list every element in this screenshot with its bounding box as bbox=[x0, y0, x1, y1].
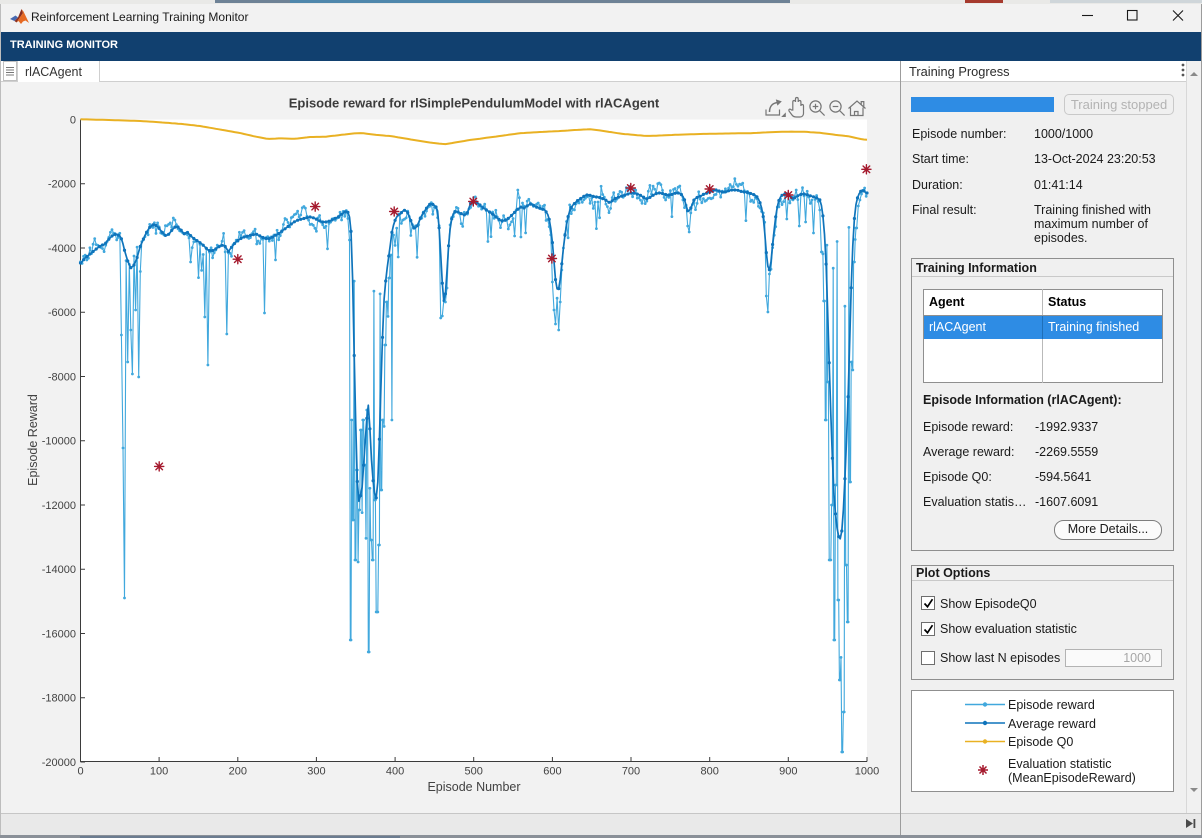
svg-text:-10000: -10000 bbox=[42, 436, 76, 448]
svg-text:-2000: -2000 bbox=[48, 179, 76, 191]
svg-text:Episode Reward: Episode Reward bbox=[26, 394, 40, 486]
svg-text:700: 700 bbox=[622, 766, 640, 778]
svg-text:100: 100 bbox=[150, 766, 168, 778]
svg-text:Episode reward for rlSimplePen: Episode reward for rlSimplePendulumModel… bbox=[289, 96, 660, 111]
svg-text:400: 400 bbox=[386, 766, 404, 778]
svg-text:0: 0 bbox=[77, 766, 83, 778]
svg-text:-6000: -6000 bbox=[48, 307, 76, 319]
svg-text:1000: 1000 bbox=[855, 766, 879, 778]
svg-text:200: 200 bbox=[229, 766, 247, 778]
svg-text:800: 800 bbox=[701, 766, 719, 778]
svg-text:600: 600 bbox=[543, 766, 561, 778]
svg-text:-4000: -4000 bbox=[48, 243, 76, 255]
svg-text:Episode Number: Episode Number bbox=[427, 780, 520, 794]
svg-text:-18000: -18000 bbox=[42, 693, 76, 705]
svg-text:-16000: -16000 bbox=[42, 628, 76, 640]
svg-text:0: 0 bbox=[70, 114, 76, 126]
svg-text:300: 300 bbox=[307, 766, 325, 778]
svg-text:-14000: -14000 bbox=[42, 564, 76, 576]
svg-text:500: 500 bbox=[465, 766, 483, 778]
svg-text:900: 900 bbox=[779, 766, 797, 778]
svg-text:-8000: -8000 bbox=[48, 371, 76, 383]
svg-text:-20000: -20000 bbox=[42, 757, 76, 769]
svg-text:-12000: -12000 bbox=[42, 500, 76, 512]
